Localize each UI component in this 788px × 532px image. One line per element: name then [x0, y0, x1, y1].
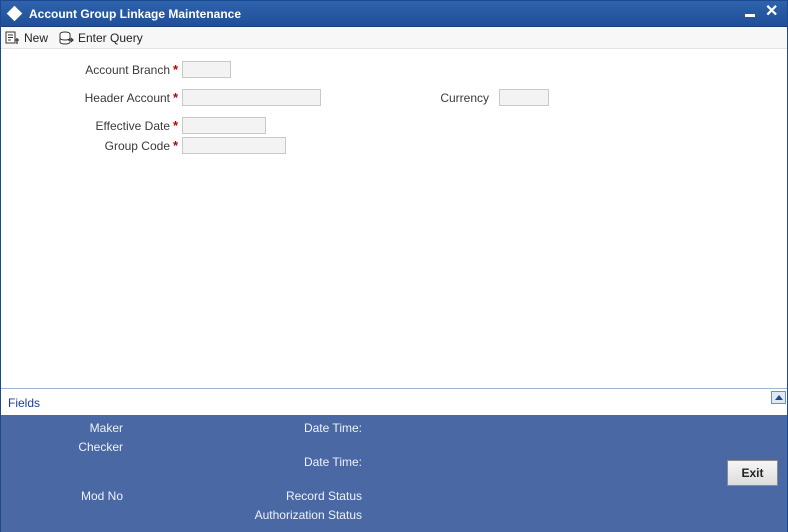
title-bar[interactable]: Account Group Linkage Maintenance ✕ [1, 1, 787, 27]
group-code-required-mark: * [173, 138, 179, 153]
enter-query-label: Enter Query [78, 31, 143, 45]
new-button[interactable]: New [5, 29, 48, 47]
minimize-icon[interactable] [745, 14, 755, 17]
group-code-label: Group Code [104, 139, 170, 153]
currency-label: Currency [440, 91, 489, 105]
new-record-icon [5, 31, 19, 44]
account-branch-input[interactable] [182, 61, 231, 78]
currency-input[interactable] [499, 89, 549, 106]
account-branch-required-mark: * [173, 62, 179, 77]
effective-date-input[interactable] [182, 117, 266, 134]
new-button-label: New [24, 31, 49, 45]
header-account-input[interactable] [182, 89, 321, 106]
maker-label: Maker [89, 421, 123, 435]
maker-date-time-label: Date Time: [303, 421, 362, 435]
window-title: Account Group Linkage Maintenance [29, 7, 242, 21]
checker-label: Checker [78, 440, 123, 454]
audit-panel: Maker Checker Mod No Date Time: Date Tim… [1, 415, 787, 532]
authorization-status-label: Authorization Status [254, 508, 362, 522]
group-code-input[interactable] [182, 137, 286, 154]
exit-button[interactable]: Exit [727, 460, 778, 486]
account-group-linkage-window: Account Group Linkage Maintenance ✕ New … [0, 0, 788, 532]
app-diamond-icon [6, 5, 23, 22]
enter-query-icon [59, 31, 74, 45]
mod-no-label: Mod No [80, 489, 123, 503]
close-icon[interactable]: ✕ [765, 3, 778, 21]
effective-date-required-mark: * [173, 118, 179, 133]
enter-query-button[interactable]: Enter Query [59, 29, 143, 47]
account-branch-label: Account Branch [85, 63, 170, 77]
header-account-label: Header Account [84, 91, 170, 105]
fields-link[interactable]: Fields [8, 396, 40, 410]
fields-bar: Fields [1, 388, 787, 415]
collapse-up-icon[interactable] [771, 391, 786, 404]
record-status-label: Record Status [285, 489, 362, 503]
checker-date-time-label: Date Time: [303, 455, 362, 469]
header-account-required-mark: * [173, 90, 179, 105]
form-area: Account Branch * Header Account * Curren… [1, 49, 787, 388]
effective-date-label: Effective Date [95, 119, 170, 133]
toolbar: New Enter Query [1, 27, 787, 49]
